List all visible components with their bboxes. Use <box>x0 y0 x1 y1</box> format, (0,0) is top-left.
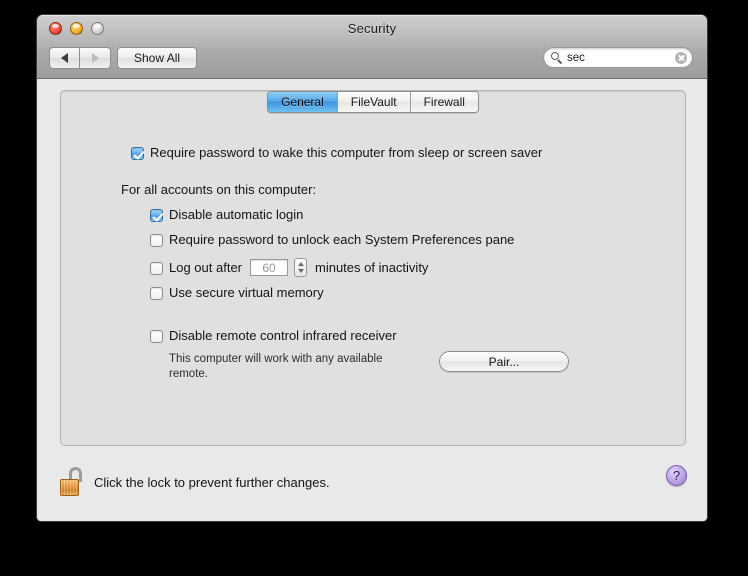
checkbox-require-password-panes[interactable]: Require password to unlock each System P… <box>150 233 514 247</box>
checkbox-box[interactable] <box>150 209 163 222</box>
checkbox-label: Log out after <box>169 259 242 275</box>
help-button[interactable]: ? <box>666 465 687 486</box>
logout-suffix-label: minutes of inactivity <box>315 260 429 275</box>
tab-general[interactable]: General <box>268 92 337 112</box>
back-arrow-icon <box>61 53 68 63</box>
title-bar: Security Show All sec <box>37 15 707 79</box>
search-input[interactable]: sec <box>567 52 675 64</box>
checkbox-box[interactable] <box>150 287 163 300</box>
unlocked-padlock-icon[interactable] <box>60 467 86 497</box>
checkbox-label: Disable remote control infrared receiver <box>169 328 397 343</box>
checkbox-box[interactable] <box>150 261 163 275</box>
pair-button[interactable]: Pair... <box>439 351 569 372</box>
stepper-up-icon[interactable] <box>297 262 304 267</box>
lock-area[interactable]: Click the lock to prevent further change… <box>60 467 330 497</box>
screen: Security Show All sec General FileVault … <box>0 0 748 576</box>
search-field[interactable]: sec <box>543 47 693 68</box>
checkbox-label: Disable automatic login <box>169 207 304 222</box>
back-button[interactable] <box>49 47 80 69</box>
tab-firewall[interactable]: Firewall <box>409 92 478 112</box>
checkbox-box[interactable] <box>150 330 163 343</box>
window-title: Security <box>347 21 397 36</box>
tab-filevault[interactable]: FileVault <box>336 92 410 112</box>
clear-icon[interactable] <box>675 51 687 64</box>
remote-note: This computer will work with any availab… <box>169 353 383 380</box>
forward-arrow-icon <box>91 53 99 63</box>
navigation-buttons <box>49 47 111 69</box>
lock-text: Click the lock to prevent further change… <box>94 474 330 490</box>
accounts-section-label: For all accounts on this computer: <box>121 182 317 197</box>
checkbox-box[interactable] <box>150 234 163 247</box>
tab-bar: General FileVault Firewall <box>61 91 685 113</box>
checkbox-disable-remote-control[interactable]: Disable remote control infrared receiver <box>150 329 397 343</box>
checkbox-label: Require password to wake this computer f… <box>150 145 543 160</box>
search-icon <box>551 51 563 64</box>
checkbox-disable-automatic-login[interactable]: Disable automatic login <box>150 208 303 222</box>
checkbox-label: Use secure virtual memory <box>169 285 324 300</box>
general-panel: General FileVault Firewall Require passw… <box>60 90 686 446</box>
checkbox-label: Require password to unlock each System P… <box>169 232 515 247</box>
checkbox-log-out-after[interactable]: Log out after 60 minutes of inactivity <box>150 258 428 277</box>
preferences-content: General FileVault Firewall Require passw… <box>37 79 707 521</box>
logout-minutes-stepper[interactable] <box>294 258 307 277</box>
checkbox-secure-virtual-memory[interactable]: Use secure virtual memory <box>150 286 324 300</box>
checkbox-require-password-wake[interactable]: Require password to wake this computer f… <box>131 146 542 160</box>
stepper-down-icon[interactable] <box>297 268 304 273</box>
checkbox-box[interactable] <box>131 147 144 160</box>
show-all-button[interactable]: Show All <box>117 47 198 69</box>
security-preferences-window: Security Show All sec General FileVault … <box>36 14 708 522</box>
forward-button <box>80 47 111 69</box>
logout-minutes-input[interactable]: 60 <box>250 259 288 276</box>
